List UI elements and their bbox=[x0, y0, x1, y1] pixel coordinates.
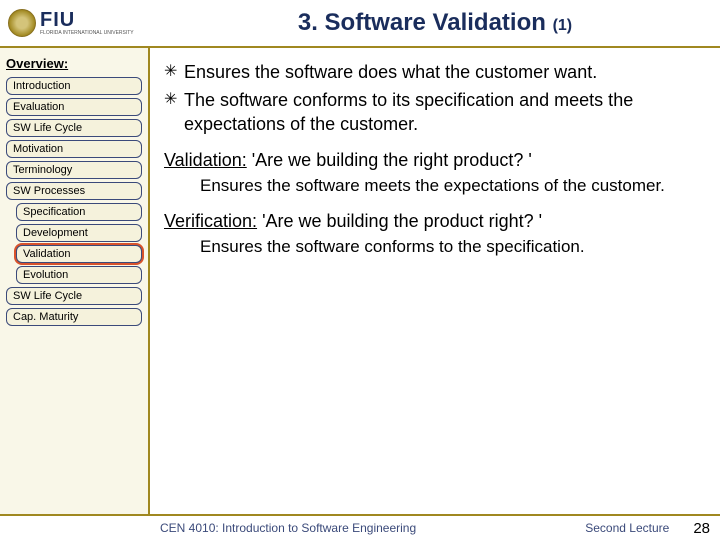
section-quote: 'Are we building the product right? ' bbox=[257, 211, 542, 231]
sidebar-item-evaluation[interactable]: Evaluation bbox=[6, 98, 142, 116]
content: ✳Ensures the software does what the cust… bbox=[150, 48, 720, 514]
bullet-icon: ✳ bbox=[164, 88, 184, 112]
section-heading: Validation: 'Are we building the right p… bbox=[164, 150, 704, 171]
bullet-icon: ✳ bbox=[164, 60, 184, 84]
sidebar-item-development[interactable]: Development bbox=[16, 224, 142, 242]
sidebar-item-validation[interactable]: Validation bbox=[16, 245, 142, 263]
footer-course: CEN 4010: Introduction to Software Engin… bbox=[10, 521, 585, 535]
section-body: Ensures the software conforms to the spe… bbox=[200, 236, 704, 258]
footer-lecture: Second Lecture bbox=[585, 521, 669, 535]
title-sub: (1) bbox=[553, 17, 573, 34]
sidebar-heading: Overview: bbox=[6, 56, 142, 71]
bullet-text: Ensures the software does what the custo… bbox=[184, 60, 597, 84]
sidebar-item-sw-life-cycle[interactable]: SW Life Cycle bbox=[6, 119, 142, 137]
section-term: Validation: bbox=[164, 150, 247, 170]
logo-subtext: FLORIDA INTERNATIONAL UNIVERSITY bbox=[40, 30, 134, 36]
sidebar-item-introduction[interactable]: Introduction bbox=[6, 77, 142, 95]
sidebar-item-sw-processes[interactable]: SW Processes bbox=[6, 182, 142, 200]
sidebar: Overview: Introduction Evaluation SW Life … bbox=[0, 48, 150, 514]
logo: FIU FLORIDA INTERNATIONAL UNIVERSITY bbox=[0, 0, 150, 47]
bullet-text: The software conforms to its specificati… bbox=[184, 88, 704, 136]
logo-text: FIU bbox=[40, 10, 134, 30]
section-body: Ensures the software meets the expectati… bbox=[200, 175, 704, 197]
sidebar-item-specification[interactable]: Specification bbox=[16, 203, 142, 221]
sidebar-item-motivation[interactable]: Motivation bbox=[6, 140, 142, 158]
footer: CEN 4010: Introduction to Software Engin… bbox=[0, 514, 720, 540]
title-main: 3. Software Validation bbox=[298, 9, 546, 36]
section-quote: 'Are we building the right product? ' bbox=[247, 150, 532, 170]
page-title: 3. Software Validation (1) bbox=[150, 9, 720, 37]
footer-page-number: 28 bbox=[693, 520, 710, 537]
sidebar-item-terminology[interactable]: Terminology bbox=[6, 161, 142, 179]
section-heading: Verification: 'Are we building the produ… bbox=[164, 211, 704, 232]
bullet-row: ✳The software conforms to its specificat… bbox=[164, 88, 704, 136]
sidebar-item-evolution[interactable]: Evolution bbox=[16, 266, 142, 284]
sidebar-item-cap-maturity[interactable]: Cap. Maturity bbox=[6, 308, 142, 326]
logo-seal-icon bbox=[8, 9, 36, 37]
section-term: Verification: bbox=[164, 211, 257, 231]
sidebar-item-sw-life-cycle[interactable]: SW Life Cycle bbox=[6, 287, 142, 305]
bullet-row: ✳Ensures the software does what the cust… bbox=[164, 60, 704, 84]
